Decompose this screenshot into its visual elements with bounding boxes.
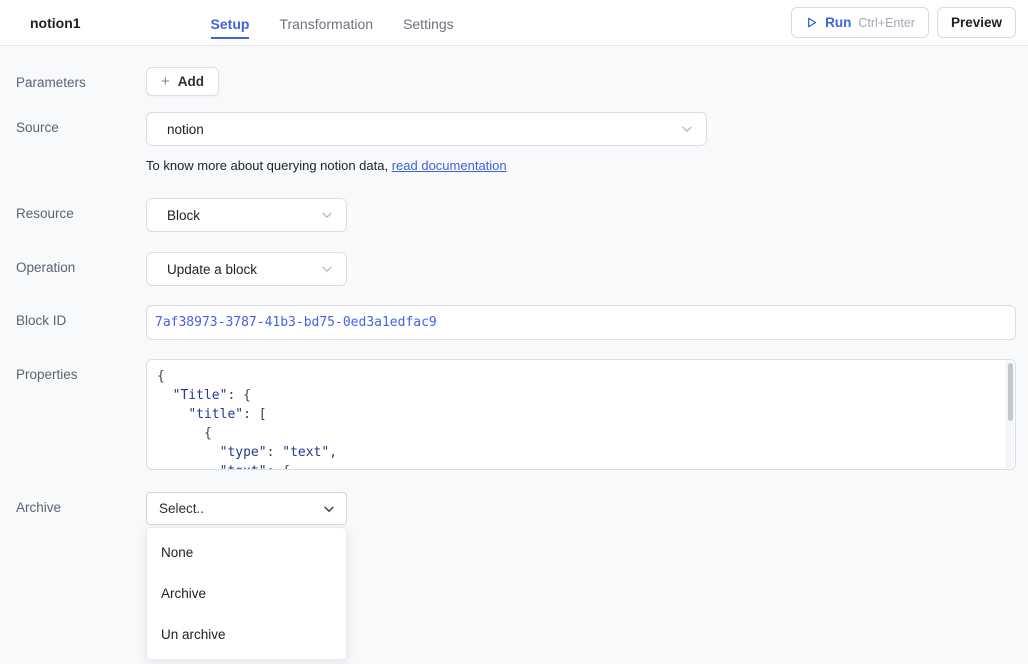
row-source: Source notion To know more about queryin… bbox=[0, 112, 1028, 173]
operation-select-value: Update a block bbox=[167, 262, 257, 277]
source-select-value: notion bbox=[167, 122, 204, 137]
header: notion1 Setup Transformation Settings Ru… bbox=[0, 0, 1028, 46]
archive-select-placeholder: Select.. bbox=[159, 501, 204, 516]
source-help-text: To know more about querying notion data,… bbox=[146, 158, 1016, 173]
code-line: "title": [ bbox=[157, 405, 1001, 424]
tab-settings[interactable]: Settings bbox=[403, 7, 454, 39]
read-documentation-link[interactable]: read documentation bbox=[392, 158, 507, 173]
code-line: { bbox=[157, 424, 1001, 443]
archive-option-archive[interactable]: Archive bbox=[147, 573, 346, 614]
query-form: Parameters + Add Source notion To know m… bbox=[0, 46, 1028, 525]
run-button[interactable]: Run Ctrl+Enter bbox=[791, 7, 929, 38]
code-line: "Title": { bbox=[157, 386, 1001, 405]
chevron-down-icon bbox=[322, 502, 336, 516]
tab-setup[interactable]: Setup bbox=[211, 7, 250, 39]
code-line: { bbox=[157, 367, 1001, 386]
row-resource: Resource Block bbox=[0, 198, 1028, 232]
archive-select-wrap: Select.. None Archive Un archive bbox=[146, 492, 347, 525]
row-block-id: Block ID bbox=[0, 305, 1028, 340]
chevron-down-icon bbox=[320, 208, 334, 222]
run-button-label: Run bbox=[825, 15, 851, 30]
scrollbar-thumb[interactable] bbox=[1008, 363, 1013, 421]
preview-button[interactable]: Preview bbox=[937, 7, 1016, 38]
chevron-down-icon bbox=[320, 262, 334, 276]
tab-transformation[interactable]: Transformation bbox=[279, 7, 373, 39]
parameters-label: Parameters bbox=[0, 67, 146, 90]
operation-label: Operation bbox=[0, 252, 146, 275]
resource-select-value: Block bbox=[167, 208, 200, 223]
archive-option-unarchive[interactable]: Un archive bbox=[147, 614, 346, 655]
query-editor-panel: notion1 Setup Transformation Settings Ru… bbox=[0, 0, 1028, 664]
row-parameters: Parameters + Add bbox=[0, 67, 1028, 96]
row-properties: Properties { "Title": { "title": [ { "ty… bbox=[0, 359, 1028, 470]
block-id-input[interactable] bbox=[146, 305, 1016, 340]
archive-label: Archive bbox=[0, 492, 146, 515]
properties-code-editor[interactable]: { "Title": { "title": [ { "type": "text"… bbox=[146, 359, 1016, 470]
source-label: Source bbox=[0, 112, 146, 135]
archive-select[interactable]: Select.. bbox=[146, 492, 347, 525]
run-shortcut: Ctrl+Enter bbox=[858, 16, 915, 30]
source-select[interactable]: notion bbox=[146, 112, 707, 146]
archive-option-none[interactable]: None bbox=[147, 532, 346, 573]
row-operation: Operation Update a block bbox=[0, 252, 1028, 286]
editor-scrollbar[interactable] bbox=[1006, 361, 1014, 468]
play-icon bbox=[805, 16, 818, 29]
tab-bar: Setup Transformation Settings bbox=[211, 0, 454, 45]
resource-select[interactable]: Block bbox=[146, 198, 347, 232]
chevron-down-icon bbox=[680, 122, 694, 136]
add-button-label: Add bbox=[178, 74, 204, 89]
row-archive: Archive Select.. None Archive Un archive bbox=[0, 492, 1028, 525]
plus-icon: + bbox=[161, 73, 170, 90]
resource-label: Resource bbox=[0, 198, 146, 221]
add-parameter-button[interactable]: + Add bbox=[146, 67, 219, 96]
properties-label: Properties bbox=[0, 359, 146, 382]
operation-select[interactable]: Update a block bbox=[146, 252, 347, 286]
archive-options-menu: None Archive Un archive bbox=[146, 527, 347, 660]
header-actions: Run Ctrl+Enter Preview bbox=[791, 7, 1016, 38]
code-line: "text": { bbox=[157, 462, 1001, 470]
query-name[interactable]: notion1 bbox=[30, 15, 81, 31]
code-line: "type": "text", bbox=[157, 443, 1001, 462]
block-id-label: Block ID bbox=[0, 305, 146, 328]
